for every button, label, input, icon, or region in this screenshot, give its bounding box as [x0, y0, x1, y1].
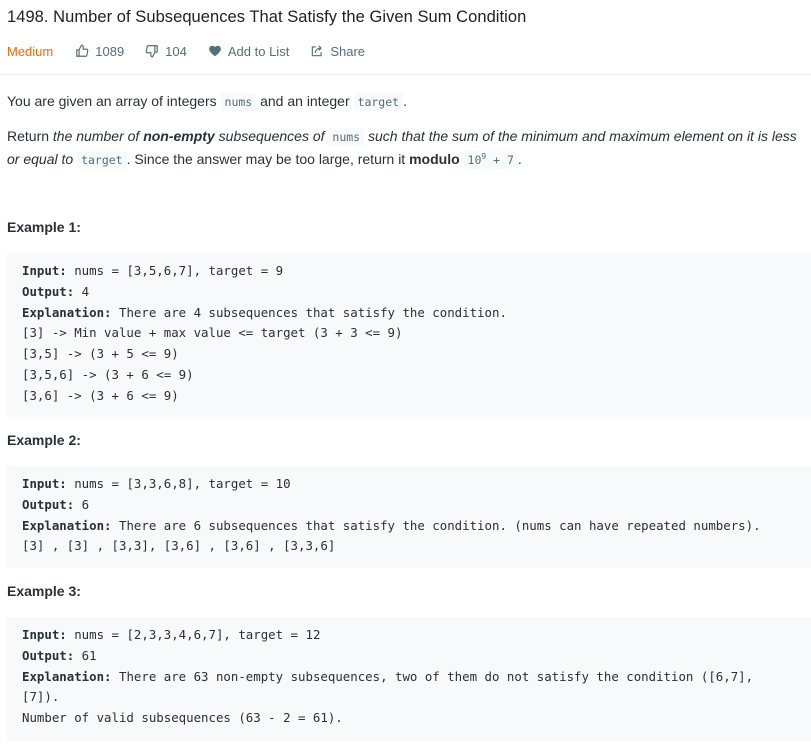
like-button[interactable]: 1089 [75, 44, 124, 59]
share-icon [312, 45, 322, 57]
description-strong: non-empty [143, 128, 215, 144]
share-label: Share [330, 43, 366, 59]
share-button[interactable]: Share [310, 44, 365, 59]
add-to-list-button[interactable]: Add to List [208, 44, 289, 59]
dislike-button[interactable]: 104 [145, 44, 187, 59]
inline-code-nums: nums [220, 93, 257, 111]
header-divider [0, 74, 811, 75]
example-3-title: Example 3: [7, 583, 81, 599]
description-text: and an integer [256, 93, 354, 109]
example-1-title: Example 1: [7, 219, 81, 235]
inline-code-modulo: 109 + 7 [463, 151, 518, 169]
description-text: You are given an array of integers [7, 93, 221, 109]
example-2-title: Example 2: [7, 432, 81, 448]
description-emphasis: subsequences of [214, 128, 329, 144]
inline-code-target: target [353, 93, 404, 111]
description-paragraph-2: Return the number of non-empty subsequen… [7, 125, 805, 171]
description-text: . [517, 151, 522, 167]
thumbs-up-icon [76, 44, 89, 57]
like-count: 1089 [95, 43, 125, 59]
inline-code-nums: nums [328, 128, 365, 146]
example-3-block: Input: nums = [2,3,3,4,6,7], target = 12… [7, 617, 811, 741]
example-2-block: Input: nums = [3,3,6,8], target = 10 Out… [7, 466, 811, 568]
add-to-list-label: Add to List [227, 43, 290, 59]
inline-code-target: target [77, 151, 127, 169]
problem-title: 1498. Number of Subsequences That Satisf… [7, 8, 527, 26]
description-text: . [403, 93, 407, 109]
heart-icon [209, 45, 221, 57]
description-text: . Since the answer may be too large, ret… [126, 151, 410, 167]
problem-meta-row: Medium 1089 104 Add to List Share [7, 42, 386, 60]
description-emphasis: the number of [52, 128, 144, 144]
thumbs-down-icon [145, 45, 159, 58]
description-strong: modulo [409, 151, 460, 167]
difficulty-label: Medium [7, 43, 54, 59]
description-paragraph-1: You are given an array of integers nums … [7, 90, 805, 113]
description-text: Return [7, 128, 53, 144]
dislike-count: 104 [165, 43, 187, 59]
example-1-block: Input: nums = [3,5,6,7], target = 9 Outp… [7, 253, 811, 417]
